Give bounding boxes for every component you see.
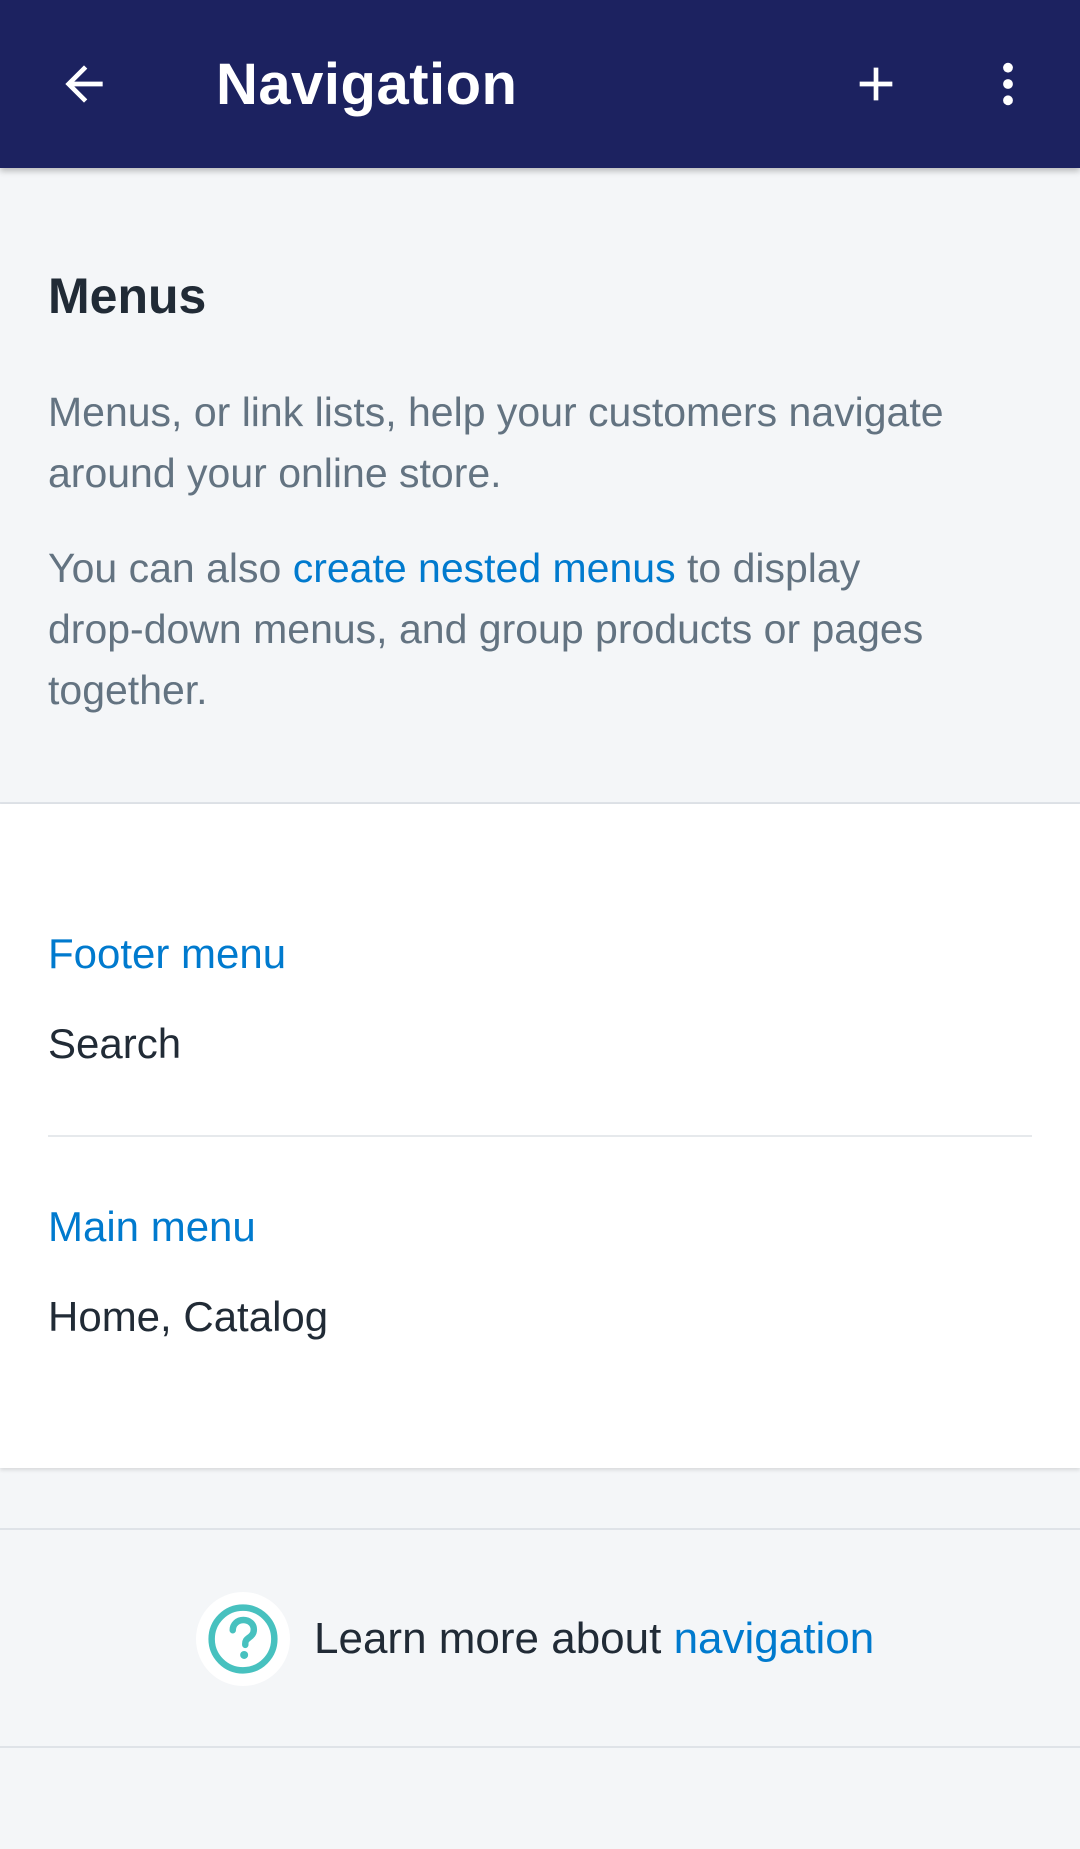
top-app-bar: Navigation [0,0,1080,168]
menu-item-footer[interactable]: Footer menu Search [48,928,1032,1070]
plus-icon [859,67,893,101]
page-title: Navigation [216,52,518,117]
menu-links: Home, Catalog [48,1293,329,1340]
menu-links: Search [48,1020,182,1067]
menu-name[interactable]: Main menu [48,1201,1032,1253]
arrow-left-icon [65,65,103,103]
add-menu-button[interactable] [836,44,916,124]
menus-intro-section: Menus Menus, or link lists, help your cu… [0,168,1080,804]
back-button[interactable] [44,44,124,124]
help-text: Learn more about navigation [314,1612,874,1666]
menu-item-main[interactable]: Main menu Home, Catalog [48,1201,1032,1343]
intro-description: Menus, or link lists, help your customer… [48,389,944,496]
navigation-help-link[interactable]: navigation [674,1614,875,1663]
question-circle-icon [208,1604,278,1674]
help-footer: Learn more about navigation [0,1528,1080,1748]
help-prefix: Learn more about [314,1614,674,1663]
app-screen: Navigation Menus Menus, or link lists, h… [0,0,1080,1849]
menu-name[interactable]: Footer menu [48,928,1032,980]
divider [48,1135,1032,1137]
help-icon-badge [196,1592,290,1686]
intro-nested-description: You can also create nested menus to disp… [48,538,948,721]
intro-nested-prefix: You can also [48,545,293,591]
more-options-button[interactable] [968,44,1048,124]
menus-list-card: Footer menu Search Main menu Home, Catal… [0,804,1080,1468]
create-nested-menus-link[interactable]: create nested menus [293,545,676,591]
more-vertical-icon [1003,62,1013,106]
section-heading: Menus [48,268,207,324]
